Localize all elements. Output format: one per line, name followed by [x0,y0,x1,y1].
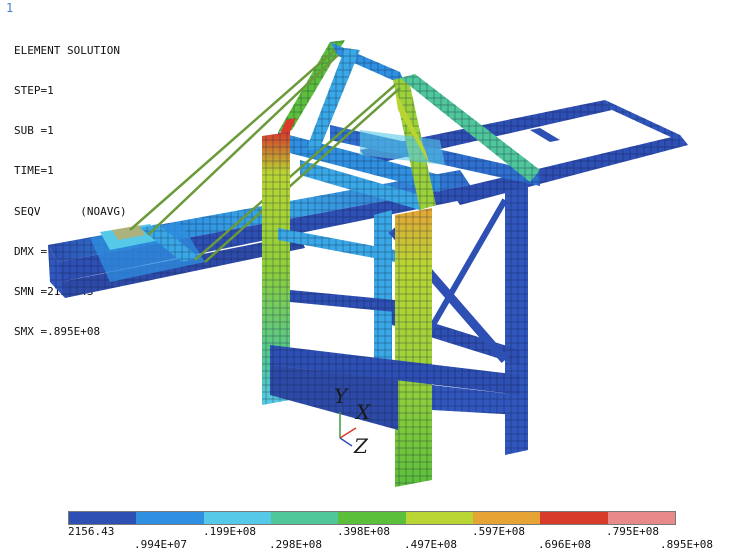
crane-fem-model [48,40,688,487]
legend-label-top: .597E+08 [472,525,525,538]
legend-swatch [405,512,473,524]
contour-legend [68,511,676,525]
legend-swatch [136,512,204,524]
legend-swatch [69,512,137,524]
triad-x-label: X [356,400,371,424]
legend-label-top: .795E+08 [606,525,659,538]
legend-label-top: .398E+08 [337,525,390,538]
legend-label-bottom: .298E+08 [269,538,322,551]
legend-swatch [607,512,675,524]
legend-label-bottom: .497E+08 [404,538,457,551]
legend-label-bottom: .994E+07 [134,538,187,551]
legend-swatch [203,512,271,524]
legend-swatch [338,512,406,524]
legend-label-top: 2156.43 [68,525,115,538]
graphics-viewport[interactable]: 1 ELEMENT SOLUTION STEP=1 SUB =1 TIME=1 … [0,0,743,553]
legend-label-top: .199E+08 [203,525,256,538]
triad-y-label: Y [334,384,348,408]
triad-z-label: Z [354,434,368,458]
legend-label-bottom: .696E+08 [538,538,591,551]
legend-swatch [270,512,339,524]
legend-label-bottom: .895E+08 [660,538,713,551]
legend-swatch [472,512,541,524]
legend-swatch [540,512,608,524]
